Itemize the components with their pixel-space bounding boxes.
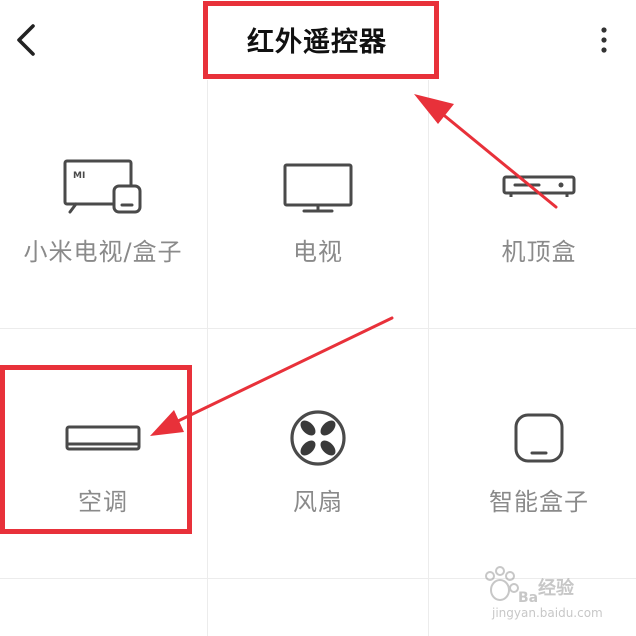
remote-control-screen: 红外遥控器 MI 小米电视/盒子 电视 机顶盒 空调 风扇 智能盒子 Ba 经验… [0,0,636,636]
back-button[interactable] [6,18,46,62]
more-vertical-icon [601,27,607,53]
set-top-box-icon [502,175,576,197]
device-tile-smart-box[interactable]: 智能盒子 [436,336,636,576]
device-tile-mi-tv-box[interactable]: MI 小米电视/盒子 [0,88,206,328]
grid-divider [0,328,636,329]
smart-box-icon [514,413,564,463]
watermark: Bai 经验 jingyan.baidu.com [478,566,628,630]
header-bar: 红外遥控器 [0,0,636,80]
fan-icon [290,410,346,466]
watermark-title: 经验 [538,578,574,599]
mi-tv-box-icon: MI [63,159,142,214]
device-label: 电视 [293,238,343,266]
device-label: 机顶盒 [501,238,577,266]
paw-logo-icon: Bai [485,566,538,606]
device-tile-set-top-box[interactable]: 机顶盒 [436,88,636,328]
grid-divider [207,80,208,636]
device-label: 空调 [78,488,128,516]
device-label: 智能盒子 [489,488,589,516]
device-tile-fan[interactable]: 风扇 [215,336,421,576]
tv-icon [283,163,353,213]
mi-logo-text: MI [73,171,85,181]
device-label: 小米电视/盒子 [23,238,183,266]
air-conditioner-icon [65,425,141,451]
grid-divider [428,80,429,636]
more-options-button[interactable] [586,20,622,60]
svg-text:Bai: Bai [518,590,538,606]
device-tile-tv[interactable]: 电视 [215,88,421,328]
device-label: 风扇 [293,488,343,516]
watermark-url: jingyan.baidu.com [492,606,603,620]
chevron-left-icon [17,24,35,56]
device-tile-air-conditioner[interactable]: 空调 [0,336,206,576]
page-title: 红外遥控器 [247,26,387,58]
